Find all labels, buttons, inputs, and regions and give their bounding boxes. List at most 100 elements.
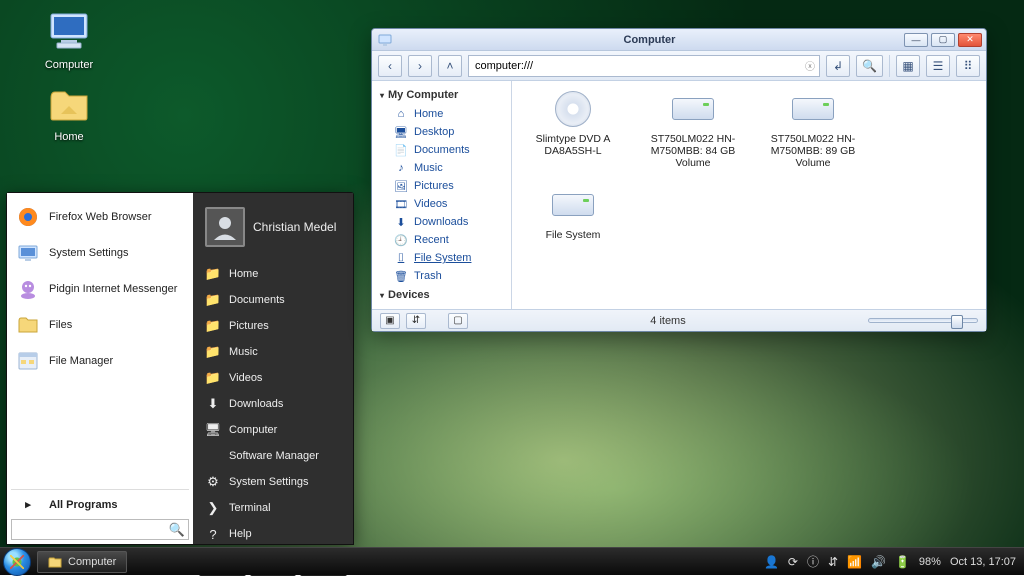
settings-icon (17, 242, 39, 264)
file-item-volume-84gb[interactable]: ST750LM022 HN-M750MBB: 84 GB Volume (638, 89, 748, 169)
place-help[interactable]: ? Help (193, 521, 353, 547)
taskbar: Computer 👤 ⟳ ⓘ ⇵ 📶 🔊 🔋 98% Oct 13, 17:07 (0, 547, 1024, 575)
place-label: Terminal (229, 502, 271, 514)
file-view[interactable]: Slimtype DVD A DA8A5SH-L ST750LM022 HN-M… (512, 81, 986, 309)
sidebar-item-filesystem[interactable]: ⌷ File System (372, 249, 511, 267)
zoom-slider[interactable] (868, 318, 978, 323)
view-icons-button[interactable]: ▦ (896, 55, 920, 77)
search-icon[interactable]: 🔍 (166, 522, 188, 538)
place-downloads[interactable]: ⬇Downloads (193, 391, 353, 417)
place-pictures[interactable]: 📁Pictures (193, 313, 353, 339)
start-app-system-settings[interactable]: System Settings (11, 235, 189, 271)
place-label: Help (229, 528, 252, 540)
all-programs-button[interactable]: ▸ All Programs (11, 489, 189, 515)
file-item-label: File System (518, 229, 628, 241)
sidebar-section-my-computer[interactable]: ▾ My Computer (372, 85, 511, 105)
place-videos[interactable]: 📁Videos (193, 365, 353, 391)
drive-icon: ⌷ (394, 251, 408, 265)
trash-icon: 🗑 (394, 269, 408, 283)
tray-network-icon[interactable]: ⇵ (828, 555, 838, 569)
sidebar-item-home[interactable]: ⌂Home (372, 105, 511, 123)
toggle-path-button[interactable]: ↲ (826, 55, 850, 77)
place-documents[interactable]: 📁Documents (193, 287, 353, 313)
start-app-files[interactable]: Files (11, 307, 189, 343)
sidebar-item-documents[interactable]: 📄Documents (372, 141, 511, 159)
start-search-input[interactable] (12, 520, 166, 539)
tray-battery-icon[interactable]: 🔋 (895, 555, 910, 569)
start-app-file-manager[interactable]: File Manager (11, 343, 189, 379)
sidebar-item-label: File System (414, 252, 471, 264)
nav-forward-button[interactable]: › (408, 55, 432, 77)
location-input[interactable] (469, 56, 801, 76)
firefox-icon (17, 206, 39, 228)
task-button-computer[interactable]: Computer (37, 551, 127, 573)
window-maximize-button[interactable]: ▢ (931, 33, 955, 47)
tray-wifi-icon[interactable]: 📶 (847, 555, 862, 569)
tray-volume-icon[interactable]: 🔊 (871, 555, 886, 569)
folder-icon (17, 314, 39, 336)
sidebar-item-videos[interactable]: 🎞Videos (372, 195, 511, 213)
optical-disc-icon (549, 89, 597, 129)
tray-updates-icon[interactable]: ⟳ (788, 555, 798, 569)
sidebar-item-downloads[interactable]: ⬇Downloads (372, 213, 511, 231)
place-music[interactable]: 📁Music (193, 339, 353, 365)
start-app-label: File Manager (49, 355, 113, 367)
place-software-manager[interactable]: Software Manager (193, 443, 353, 469)
sidebar-item-pictures[interactable]: 🖼Pictures (372, 177, 511, 195)
sidebar-item-music[interactable]: ♪Music (372, 159, 511, 177)
status-close-panel-button[interactable]: ▢ (448, 313, 468, 329)
folder-icon: 📁 (205, 344, 221, 360)
clear-location-icon[interactable]: ⓧ (801, 58, 819, 73)
desktop-icon-computer[interactable]: Computer (32, 8, 106, 71)
computer-icon: 🖥 (205, 422, 221, 438)
view-compact-button[interactable]: ⠿ (956, 55, 980, 77)
videos-icon: 🎞 (394, 197, 408, 211)
start-user-block: Christian Medel (193, 201, 353, 261)
place-home[interactable]: 📁Home (193, 261, 353, 287)
place-computer[interactable]: 🖥 Computer (193, 417, 353, 443)
view-list-button[interactable]: ☰ (926, 55, 950, 77)
hard-drive-icon (669, 89, 717, 129)
start-search: 🔍 (11, 519, 189, 540)
sidebar-item-recent[interactable]: 🕘Recent (372, 231, 511, 249)
pidgin-icon (17, 278, 39, 300)
place-system-settings[interactable]: ⚙System Settings (193, 469, 353, 495)
window-minimize-button[interactable]: ― (904, 33, 928, 47)
place-label: Computer (229, 424, 277, 436)
tray-battery-pct: 98% (919, 556, 941, 568)
start-app-label: Pidgin Internet Messenger (49, 283, 177, 295)
tray-clock[interactable]: Oct 13, 17:07 (950, 556, 1016, 568)
terminal-icon: ❯ (205, 500, 221, 516)
sidebar-item-desktop[interactable]: 🖥Desktop (372, 123, 511, 141)
desktop-icon-label: Computer (32, 59, 106, 71)
file-item-dvd[interactable]: Slimtype DVD A DA8A5SH-L (518, 89, 628, 169)
window-close-button[interactable]: ✕ (958, 33, 982, 47)
sidebar-section-devices[interactable]: ▾ Devices (372, 285, 511, 305)
tray-indicator-icon[interactable]: ⓘ (807, 553, 819, 570)
status-places-button[interactable]: ▣ (380, 313, 400, 329)
sidebar-item-trash[interactable]: 🗑Trash (372, 267, 511, 285)
sidebar: ▾ My Computer ⌂Home 🖥Desktop 📄Documents … (372, 81, 512, 309)
start-app-pidgin[interactable]: Pidgin Internet Messenger (11, 271, 189, 307)
hard-drive-icon (549, 185, 597, 225)
window-titlebar[interactable]: Computer ― ▢ ✕ (372, 29, 986, 51)
place-terminal[interactable]: ❯ Terminal (193, 495, 353, 521)
toolbar-search-button[interactable]: 🔍 (856, 55, 883, 77)
nav-up-button[interactable]: ˄ (438, 55, 462, 77)
user-avatar-icon[interactable] (205, 207, 245, 247)
start-button[interactable] (3, 548, 31, 576)
tray-user-icon[interactable]: 👤 (764, 555, 779, 569)
place-label: Downloads (229, 398, 283, 410)
place-label: Home (229, 268, 258, 280)
start-app-firefox[interactable]: Firefox Web Browser (11, 199, 189, 235)
help-icon: ? (205, 526, 221, 542)
file-item-volume-89gb[interactable]: ST750LM022 HN-M750MBB: 89 GB Volume (758, 89, 868, 169)
start-app-label: Files (49, 319, 72, 331)
desktop-icon-home[interactable]: Home (32, 80, 106, 143)
status-tree-button[interactable]: ⇵ (406, 313, 426, 329)
file-item-filesystem[interactable]: File System (518, 185, 628, 241)
chevron-down-icon: ▾ (380, 291, 384, 300)
nav-back-button[interactable]: ‹ (378, 55, 402, 77)
documents-icon: 📄 (394, 143, 408, 157)
file-manager-window: Computer ― ▢ ✕ ‹ › ˄ ⓧ ↲ 🔍 ▦ ☰ ⠿ ▾ My Co… (371, 28, 987, 332)
